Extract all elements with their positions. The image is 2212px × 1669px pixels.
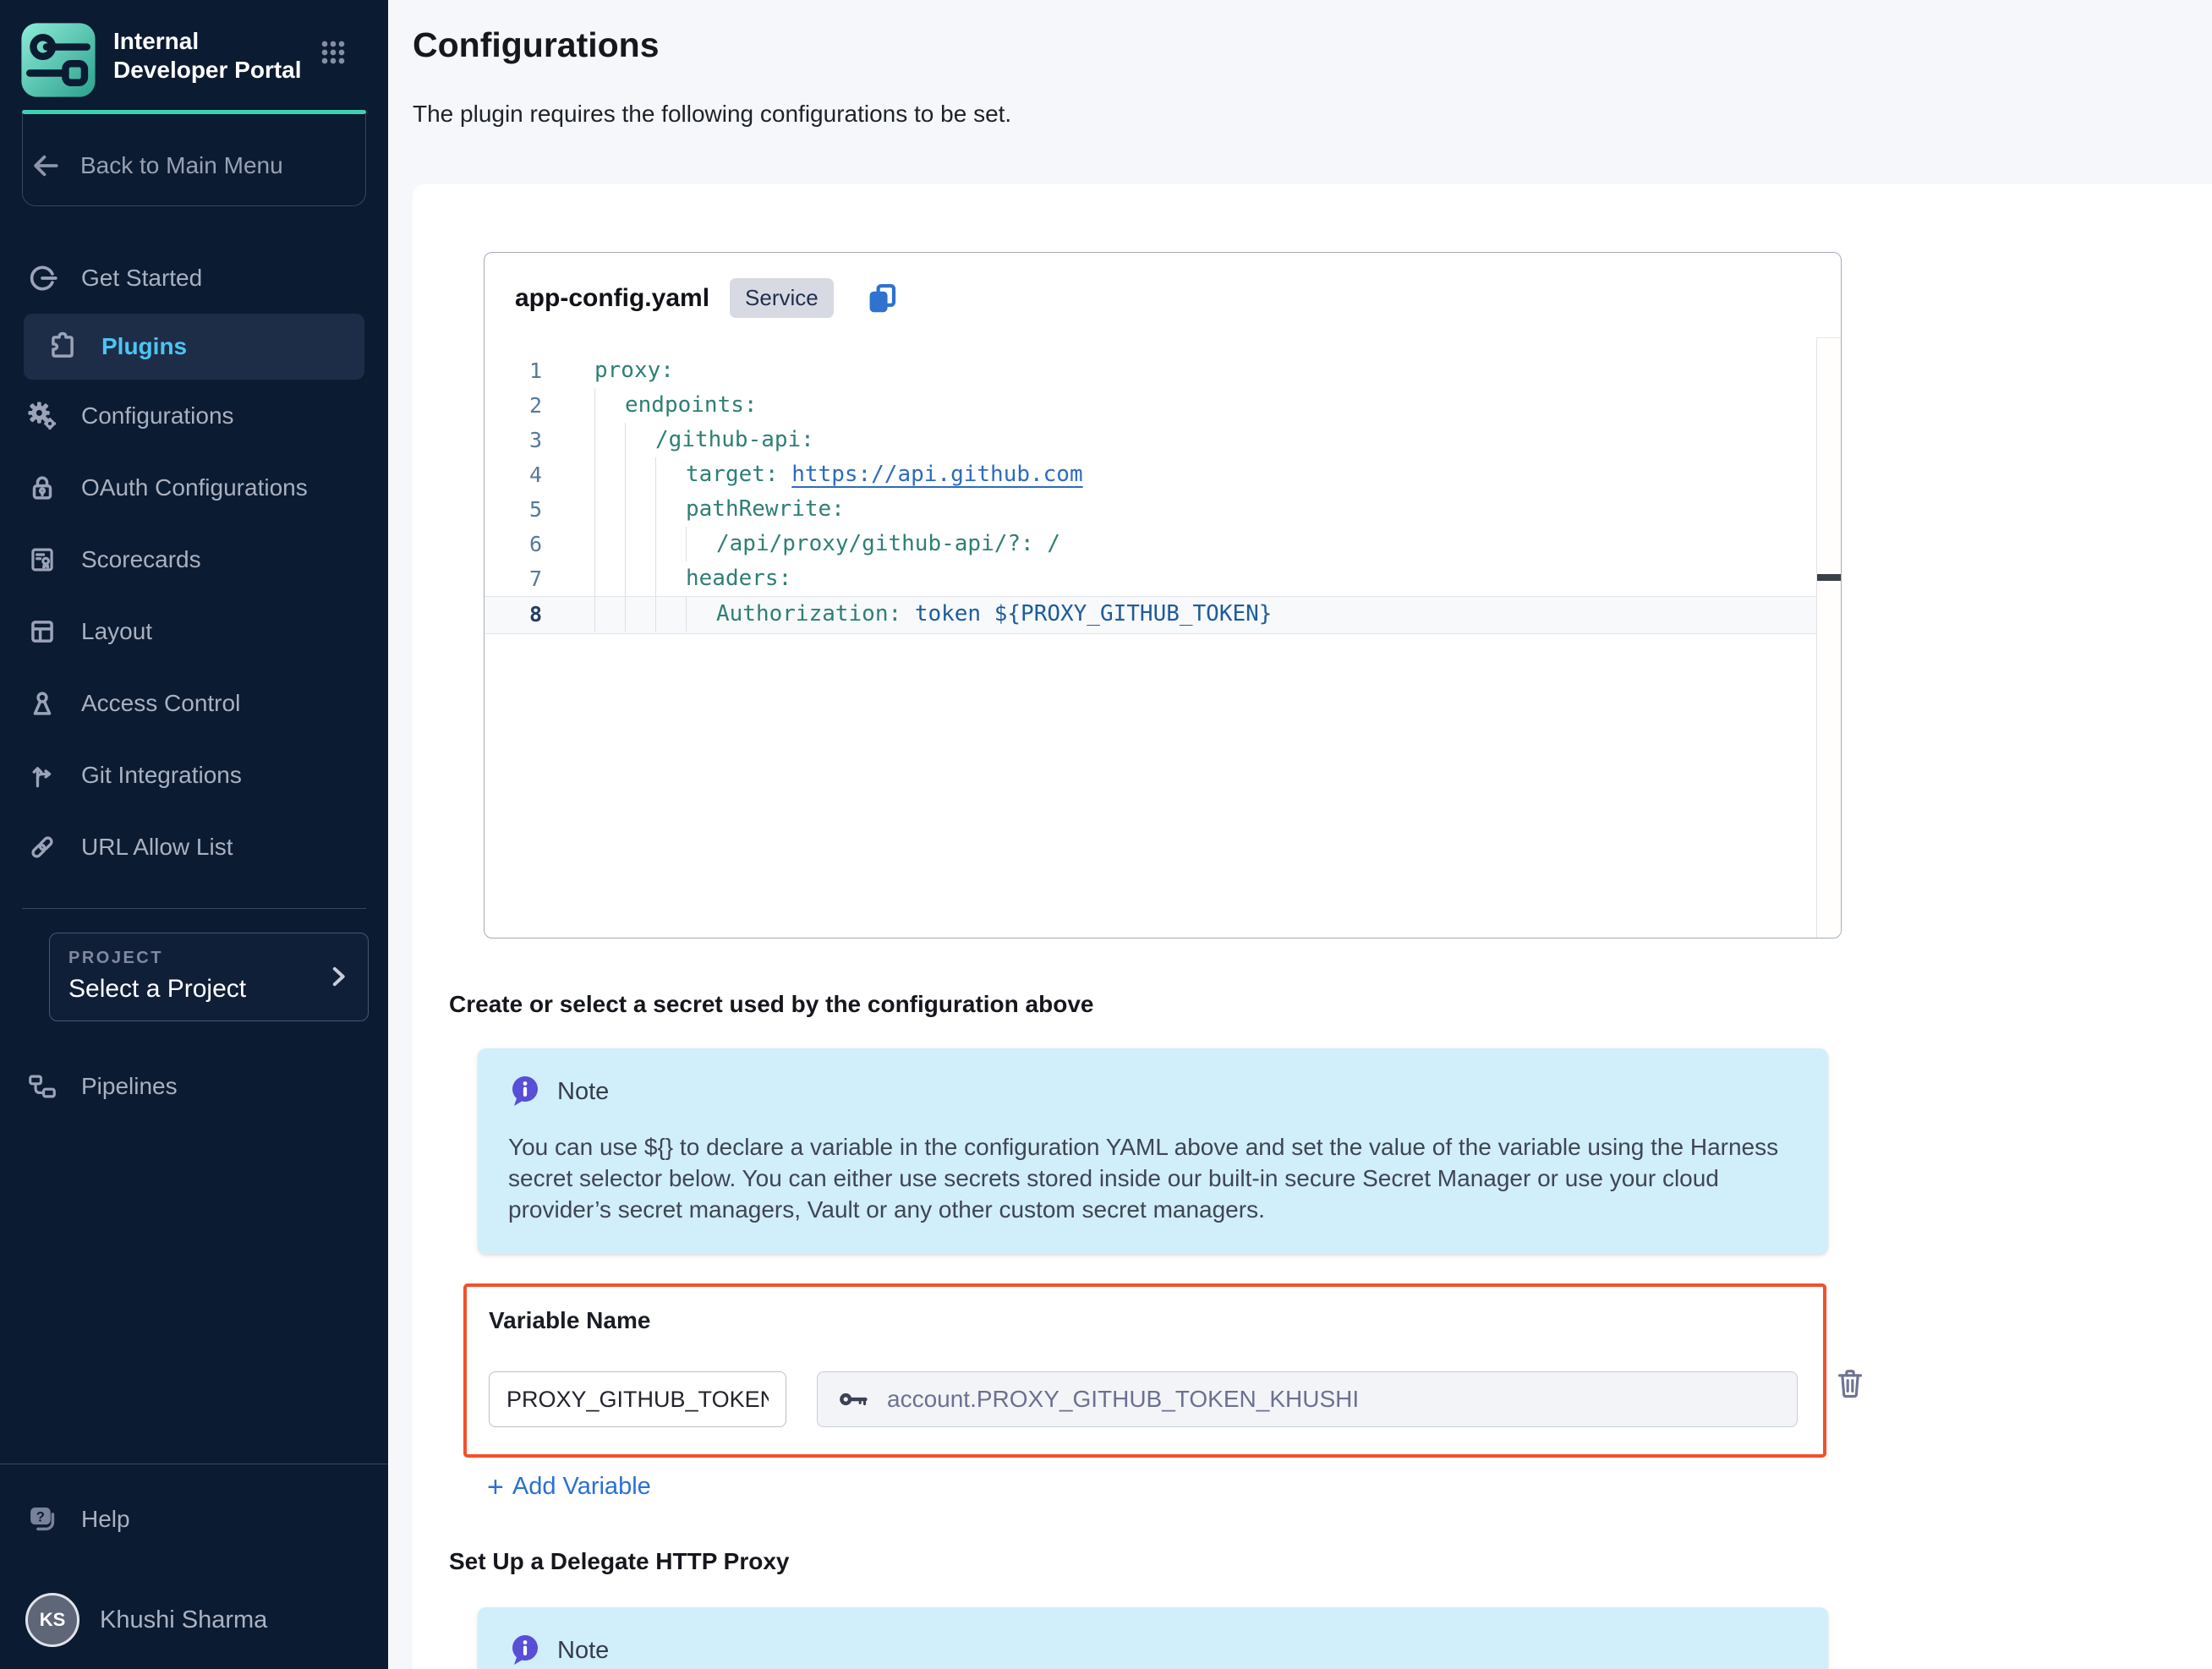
sidebar-item-layout[interactable]: Layout — [0, 595, 388, 667]
variable-name-label: Variable Name — [489, 1307, 1803, 1334]
back-section: Back to Main Menu — [22, 114, 366, 206]
editor-scrollbar-track[interactable] — [1816, 337, 1841, 938]
scorecard-icon — [25, 543, 59, 577]
avatar: KS — [25, 1593, 79, 1647]
svg-text:?: ? — [36, 1508, 45, 1524]
help-button[interactable]: ? Help — [25, 1502, 130, 1537]
variable-highlight-box: Variable Name account.PROXY_GITHUB — [463, 1283, 1826, 1458]
info-icon — [508, 1633, 542, 1668]
get-started-icon — [25, 261, 59, 295]
sidebar-divider — [22, 908, 366, 909]
github-api-link[interactable]: https://api.github.com — [791, 457, 1082, 492]
proxy-section-heading: Set Up a Delegate HTTP Proxy — [449, 1548, 2212, 1575]
sidebar-item-label: Configurations — [81, 402, 234, 430]
sidebar-item-get-started[interactable]: Get Started — [0, 242, 388, 314]
add-variable-label: Add Variable — [512, 1473, 651, 1501]
code-line: 2endpoints: — [485, 388, 1841, 423]
editor-filename: app-config.yaml — [515, 284, 709, 313]
app-root: Internal Developer Portal Back to Main M… — [0, 0, 2212, 1669]
project-selector[interactable]: PROJECT Select a Project — [49, 933, 369, 1021]
app-grid-icon[interactable] — [316, 36, 350, 69]
note-callout: Note You can use ${} to declare a variab… — [478, 1048, 1828, 1254]
variable-name-input[interactable] — [489, 1371, 786, 1427]
sidebar-item-scorecards[interactable]: Scorecards — [0, 523, 388, 595]
add-variable-button[interactable]: + Add Variable — [487, 1473, 707, 1501]
sidebar-item-label: OAuth Configurations — [81, 474, 308, 501]
help-chat-icon: ? — [25, 1502, 61, 1537]
user-name: Khushi Sharma — [100, 1606, 267, 1634]
sidebar-item-configurations[interactable]: Configurations — [0, 380, 388, 451]
copy-icon[interactable] — [864, 281, 900, 316]
pipelines-icon — [25, 1070, 59, 1103]
plus-icon: + — [487, 1475, 504, 1500]
person-icon — [25, 687, 59, 720]
info-icon — [508, 1074, 542, 1109]
note-header: Note — [508, 1633, 1798, 1668]
sidebar-item-label: Layout — [81, 618, 152, 645]
idp-logo — [20, 22, 96, 98]
code-line: 4target: https://api.github.com — [485, 457, 1841, 492]
note-body: You can use ${} to declare a variable in… — [508, 1131, 1793, 1225]
sidebar-item-pipelines[interactable]: Pipelines — [0, 1050, 388, 1122]
sidebar-header: Internal Developer Portal — [0, 0, 388, 98]
page-title: Configurations — [413, 25, 2212, 65]
editor-scrollbar-thumb[interactable] — [1817, 574, 1841, 581]
secret-section-heading: Create or select a secret used by the co… — [449, 991, 2212, 1018]
code-line: 6/api/proxy/github-api/?: / — [485, 527, 1841, 561]
content-card: app-config.yaml Service 1proxy: 2endpoin… — [413, 184, 2212, 1669]
sidebar-item-label: Get Started — [81, 265, 202, 292]
lock-icon — [25, 471, 59, 505]
sidebar-item-oauth-configurations[interactable]: OAuth Configurations — [0, 451, 388, 523]
sidebar-item-url-allow-list[interactable]: URL Allow List — [0, 811, 388, 883]
editor-header: app-config.yaml Service — [485, 253, 1841, 318]
delete-variable-icon[interactable] — [1833, 1365, 1867, 1402]
sidebar-item-label: Plugins — [101, 333, 187, 360]
sidebar-item-label: URL Allow List — [81, 834, 233, 861]
project-label: PROJECT — [68, 949, 351, 968]
note-title: Note — [557, 1637, 609, 1665]
project-value: Select a Project — [68, 975, 351, 1004]
back-label: Back to Main Menu — [80, 152, 283, 179]
git-branches-icon — [25, 758, 59, 792]
code-line: 1proxy: — [485, 353, 1841, 388]
sidebar-item-label: Git Integrations — [81, 762, 242, 789]
sidebar-item-git-integrations[interactable]: Git Integrations — [0, 739, 388, 811]
back-arrow-icon — [30, 150, 62, 182]
yaml-editor[interactable]: app-config.yaml Service 1proxy: 2endpoin… — [484, 252, 1842, 938]
sidebar-item-label: Access Control — [81, 690, 240, 717]
sidebar-item-label: Scorecards — [81, 546, 201, 573]
code-line: 7headers: — [485, 561, 1841, 596]
code-line-active: 8Authorization: token ${PROXY_GITHUB_TOK… — [485, 596, 1841, 634]
note-header: Note — [508, 1074, 1798, 1109]
sidebar-item-plugins[interactable]: Plugins — [24, 314, 364, 380]
note-title: Note — [557, 1078, 609, 1106]
chevron-right-icon — [324, 962, 353, 991]
gears-icon — [25, 399, 59, 433]
sidebar-item-access-control[interactable]: Access Control — [0, 667, 388, 739]
secret-selector[interactable]: account.PROXY_GITHUB_TOKEN_KHUSHI — [817, 1371, 1798, 1427]
help-label: Help — [81, 1506, 130, 1533]
app-title: Internal Developer Portal — [113, 27, 316, 85]
code-line: 5pathRewrite: — [485, 492, 1841, 527]
page-subtitle: The plugin requires the following config… — [413, 101, 2212, 128]
service-badge: Service — [730, 278, 834, 318]
note-callout-2: Note — [478, 1607, 1828, 1669]
sidebar-item-label: Pipelines — [81, 1073, 178, 1100]
main-content: Configurations The plugin requires the f… — [388, 0, 2212, 1669]
code-area[interactable]: 1proxy: 2endpoints: 3/github-api: 4targe… — [485, 353, 1841, 634]
puzzle-icon — [46, 330, 79, 364]
sidebar-nav: Get Started Plugins — [0, 242, 388, 883]
secret-reference: account.PROXY_GITHUB_TOKEN_KHUSHI — [887, 1386, 1359, 1413]
sidebar: Internal Developer Portal Back to Main M… — [0, 0, 388, 1669]
user-menu[interactable]: KS Khushi Sharma — [25, 1593, 267, 1647]
layout-icon — [25, 615, 59, 648]
variable-row: Variable Name account.PROXY_GITHUB — [463, 1283, 1867, 1458]
variable-inputs: account.PROXY_GITHUB_TOKEN_KHUSHI — [489, 1371, 1803, 1427]
key-icon — [838, 1387, 872, 1412]
link-icon — [25, 830, 59, 864]
code-line: 3/github-api: — [485, 423, 1841, 457]
back-to-main-menu[interactable]: Back to Main Menu — [30, 150, 359, 182]
